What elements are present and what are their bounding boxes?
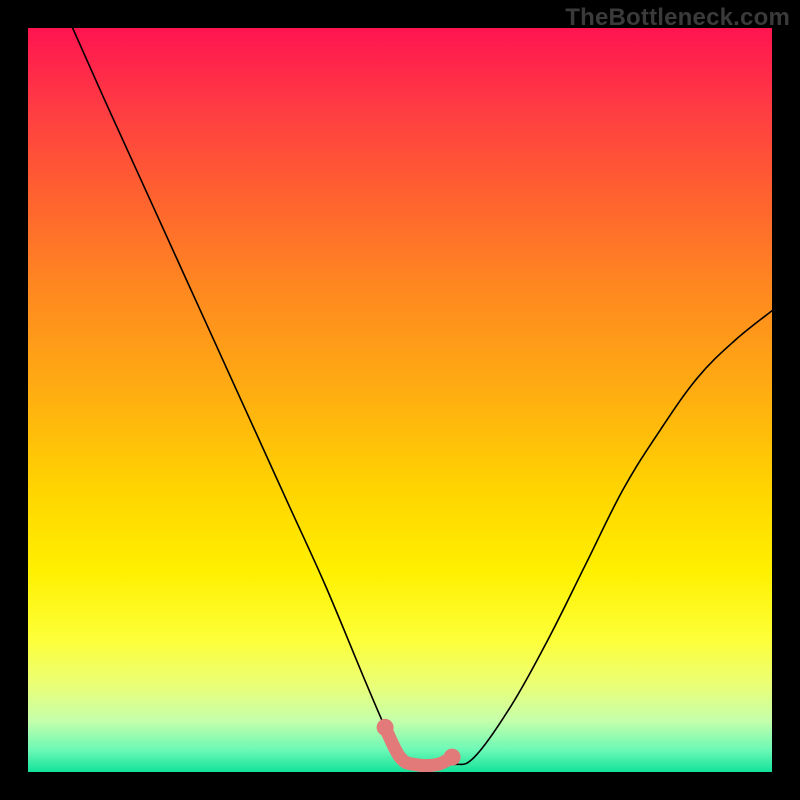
optimal-zone-curve bbox=[385, 727, 452, 765]
bottleneck-curve bbox=[73, 28, 772, 766]
optimal-zone-endpoint-dot bbox=[377, 719, 394, 736]
optimal-zone-endpoint-dot bbox=[444, 749, 461, 766]
chart-frame: TheBottleneck.com bbox=[0, 0, 800, 800]
chart-svg bbox=[28, 28, 772, 772]
watermark-text: TheBottleneck.com bbox=[565, 4, 790, 32]
plot-area bbox=[28, 28, 772, 772]
